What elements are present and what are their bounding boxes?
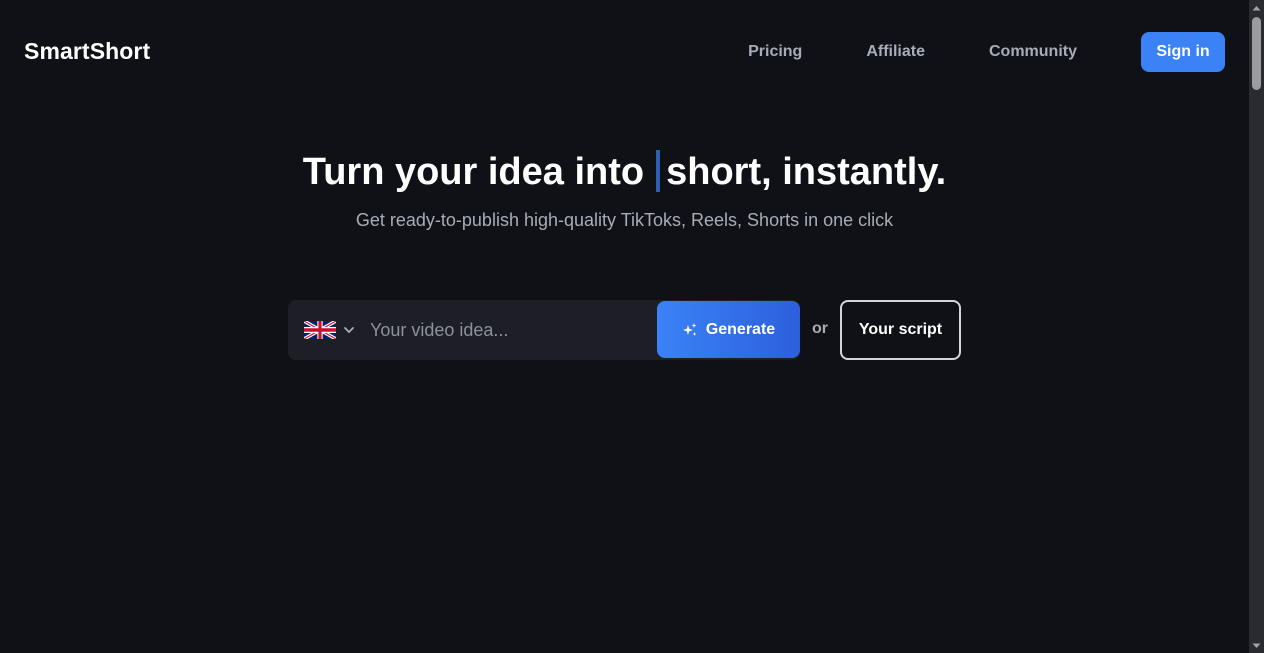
idea-form: Generate	[288, 300, 800, 360]
vertical-scrollbar[interactable]	[1249, 0, 1264, 653]
hero-title: Turn your idea into short, instantly.	[0, 150, 1249, 194]
sparkles-icon	[682, 322, 697, 336]
typing-caret	[656, 150, 661, 192]
scroll-up-arrow-icon[interactable]	[1249, 0, 1264, 15]
hero-subtitle: Get ready-to-publish high-quality TikTok…	[355, 210, 894, 230]
nav-pricing[interactable]: Pricing	[748, 32, 802, 72]
sign-in-button[interactable]: Sign in	[1141, 32, 1225, 72]
scroll-down-arrow-icon[interactable]	[1249, 638, 1264, 653]
nav-affiliate[interactable]: Affiliate	[866, 32, 925, 72]
hero-title-suffix: short, instantly.	[666, 151, 947, 193]
top-nav: Pricing Affiliate Community Sign in	[748, 32, 1225, 72]
nav-community[interactable]: Community	[989, 32, 1077, 72]
chevron-down-icon[interactable]	[342, 323, 356, 337]
scrollbar-thumb[interactable]	[1252, 17, 1261, 90]
logo[interactable]: SmartShort	[24, 38, 150, 65]
video-idea-input[interactable]	[370, 310, 640, 350]
uk-flag-icon[interactable]	[304, 321, 336, 339]
your-script-button[interactable]: Your script	[840, 300, 961, 360]
generate-label: Generate	[705, 320, 776, 338]
or-separator: or	[812, 320, 828, 337]
hero-title-prefix: Turn your idea into	[302, 151, 645, 193]
page: SmartShort Pricing Affiliate Community S…	[0, 0, 1249, 653]
generate-button[interactable]: Generate	[657, 301, 800, 358]
